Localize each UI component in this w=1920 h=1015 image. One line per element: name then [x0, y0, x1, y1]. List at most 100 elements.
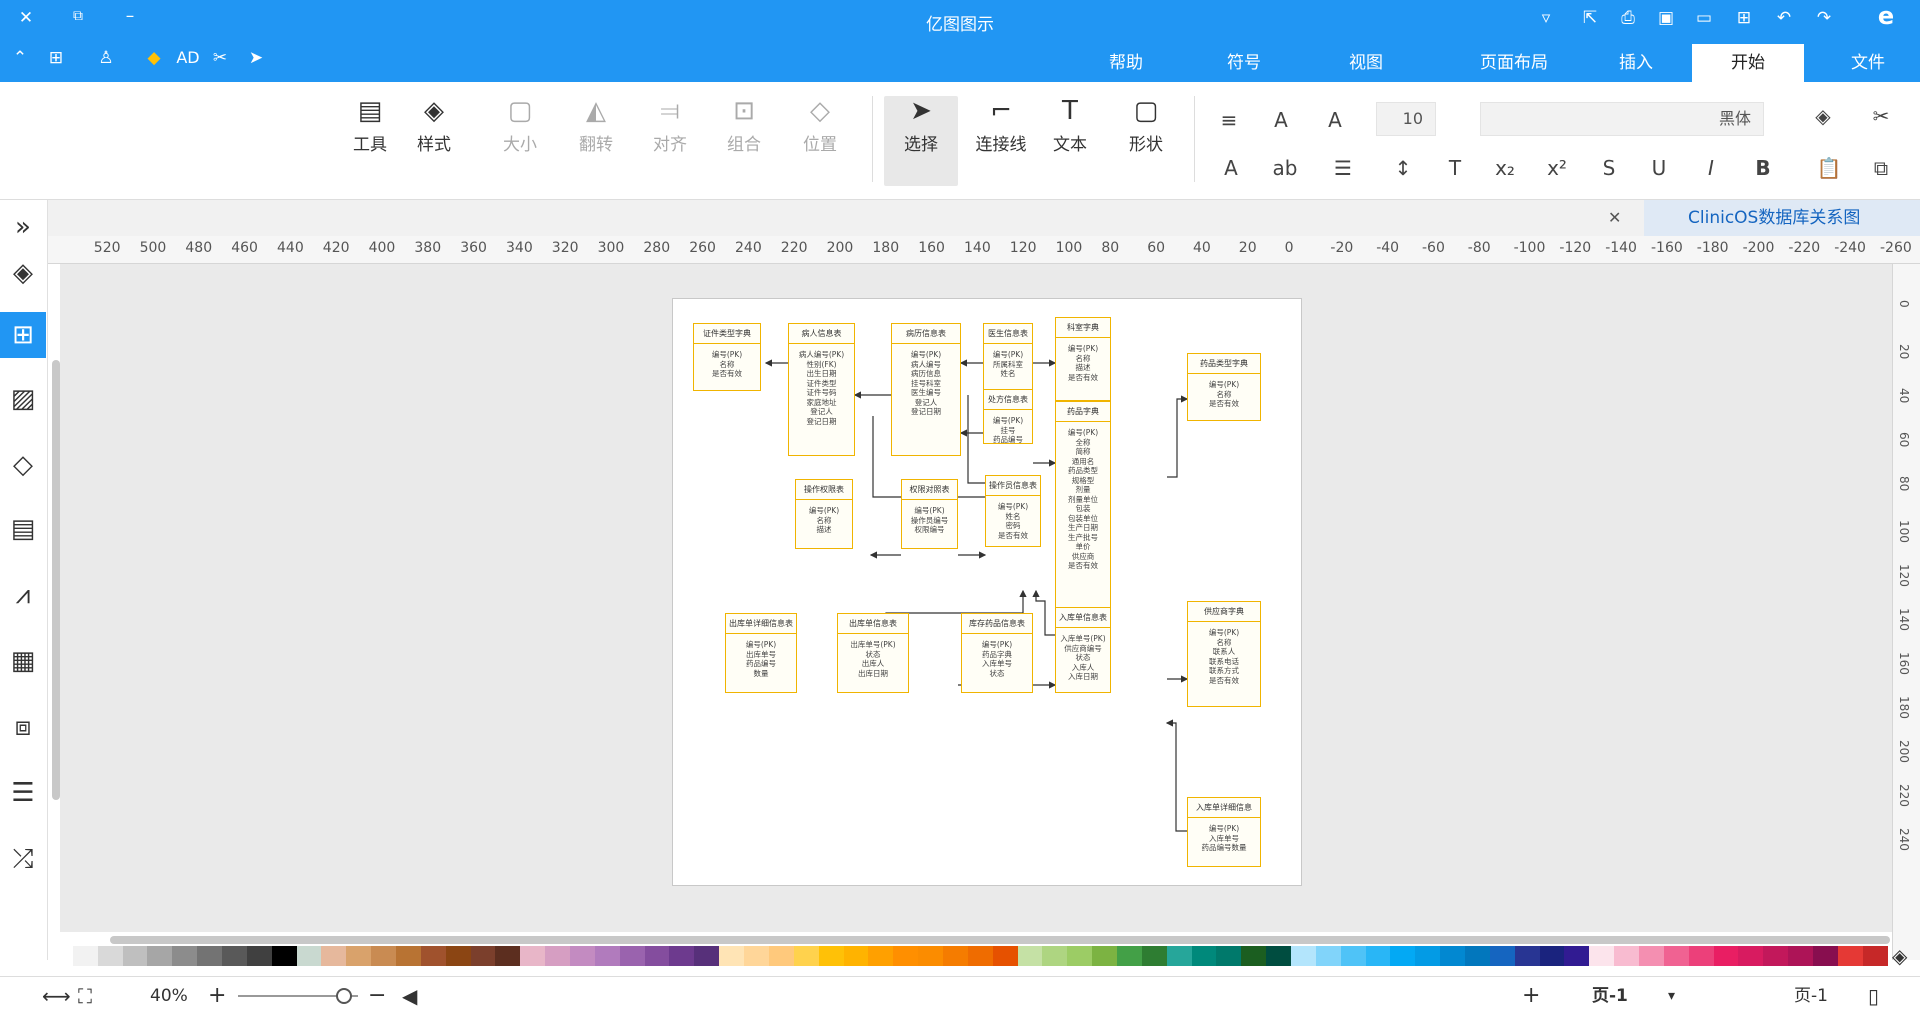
- table-icon[interactable]: ▦: [0, 638, 46, 684]
- apps-icon[interactable]: ⊞: [44, 48, 68, 68]
- diagram-page[interactable]: 证件类型字典 编号(PK) 名称 是否有效 病人信息表 病人编号(PK) 性别(FK) 出生日…: [672, 298, 1302, 886]
- page-icon[interactable]: ▤: [0, 506, 46, 552]
- color-swatch[interactable]: [1141, 946, 1167, 966]
- color-swatch[interactable]: [1266, 946, 1291, 966]
- color-swatch[interactable]: [470, 946, 496, 966]
- italic-icon[interactable]: I: [1696, 156, 1726, 180]
- font-color-icon[interactable]: A: [1216, 156, 1246, 180]
- color-swatch[interactable]: [1589, 946, 1615, 966]
- color-swatch[interactable]: [1763, 946, 1789, 966]
- color-swatch[interactable]: [818, 946, 844, 966]
- entity-table[interactable]: 药品字典 编号(PK) 全称 简称 通用名 药品类型 规格型 剂量 剂量单位 包装 包装单位 生产日期…: [1055, 401, 1111, 621]
- color-swatch[interactable]: [942, 946, 968, 966]
- image-icon[interactable]: ▨: [0, 376, 46, 422]
- color-swatch[interactable]: [1440, 946, 1465, 966]
- ad-label[interactable]: AD: [168, 48, 208, 68]
- color-swatch[interactable]: [545, 946, 571, 966]
- color-swatch[interactable]: [1067, 946, 1093, 966]
- expand-panel-icon[interactable]: »: [0, 204, 46, 250]
- entity-table[interactable]: 出库单信息表 出库单号(PK) 状态 出库人 出库日期: [837, 613, 909, 693]
- zoom-level[interactable]: 40%: [150, 977, 188, 1015]
- outline-icon[interactable]: ☰: [0, 770, 46, 816]
- entity-table[interactable]: 入库单详细信息 编号(PK) 入库单号 药品编号数量: [1187, 797, 1261, 867]
- color-swatch[interactable]: [371, 946, 397, 966]
- tab-file[interactable]: 文件: [1830, 44, 1906, 82]
- close-icon[interactable]: ✕: [14, 8, 38, 28]
- color-swatch[interactable]: [97, 946, 123, 966]
- entity-table[interactable]: 证件类型字典 编号(PK) 名称 是否有效: [693, 323, 761, 391]
- library-icon[interactable]: ⊞: [0, 312, 46, 358]
- strikethrough-icon[interactable]: S: [1594, 156, 1624, 180]
- fill-picker-icon[interactable]: ◈: [1892, 944, 1907, 968]
- horizontal-scrollbar[interactable]: [110, 936, 1890, 944]
- flip-button[interactable]: ◭ 翻转: [566, 96, 626, 155]
- help-icon[interactable]: ▿: [1534, 8, 1558, 28]
- entity-table[interactable]: 病人信息表 病人编号(PK) 性别(FK) 出生日期 证件类型 证件号码 家庭地址 登记人 登记…: [788, 323, 855, 456]
- color-swatch[interactable]: [420, 946, 446, 966]
- color-swatch[interactable]: [1116, 946, 1142, 966]
- color-swatch[interactable]: [1614, 946, 1639, 966]
- font-size-select[interactable]: 10: [1376, 102, 1436, 136]
- color-swatch[interactable]: [445, 946, 471, 966]
- shuffle-icon[interactable]: ⤮: [0, 836, 46, 882]
- shape-button[interactable]: ▢ 形状: [1116, 96, 1176, 155]
- color-swatch[interactable]: [918, 946, 943, 966]
- tab-view[interactable]: 视图: [1328, 44, 1404, 82]
- paragraph-icon[interactable]: ≡: [1214, 108, 1244, 132]
- color-swatch[interactable]: [1191, 946, 1217, 966]
- color-swatch[interactable]: [1738, 946, 1764, 966]
- send-icon[interactable]: ➤: [244, 48, 268, 68]
- font-name-select[interactable]: 黑体: [1480, 102, 1764, 136]
- clear-format-icon[interactable]: T: [1440, 156, 1470, 180]
- color-swatch[interactable]: [48, 946, 73, 966]
- fit-width-icon[interactable]: ⟷: [42, 977, 71, 1015]
- zoom-in-icon[interactable]: +: [208, 977, 226, 1015]
- color-swatch[interactable]: [346, 946, 372, 966]
- color-swatch[interactable]: [1092, 946, 1117, 966]
- redo-icon[interactable]: ↷: [1812, 8, 1836, 28]
- tab-help[interactable]: 帮助: [1088, 44, 1164, 82]
- color-swatch[interactable]: [594, 946, 620, 966]
- tab-page-layout[interactable]: 页面布局: [1454, 44, 1574, 82]
- entity-table[interactable]: 处方信息表 编号(PK) 挂号 药品编号: [983, 389, 1033, 444]
- grow-font-icon[interactable]: A: [1320, 108, 1350, 132]
- tool-button[interactable]: ▤ 工具: [340, 96, 400, 155]
- color-swatch[interactable]: [1837, 946, 1863, 966]
- minimize-icon[interactable]: –: [118, 6, 142, 26]
- align-button[interactable]: ⫤ 对齐: [640, 96, 700, 155]
- entity-table[interactable]: 操作员信息表 编号(PK) 姓名 密码 是否有效: [985, 475, 1041, 547]
- color-swatch[interactable]: [570, 946, 595, 966]
- cut-icon[interactable]: ✂: [1866, 104, 1896, 128]
- zoom-out-icon[interactable]: −: [368, 977, 386, 1015]
- color-swatch[interactable]: [768, 946, 794, 966]
- play-icon[interactable]: ◀: [402, 977, 417, 1015]
- color-swatch[interactable]: [619, 946, 645, 966]
- scissors-icon[interactable]: ✂: [208, 48, 232, 68]
- color-swatch[interactable]: [1290, 946, 1316, 966]
- tab-symbol[interactable]: 符号: [1206, 44, 1282, 82]
- color-swatch[interactable]: [967, 946, 993, 966]
- color-swatch[interactable]: [1042, 946, 1068, 966]
- text-button[interactable]: T 文本: [1040, 96, 1100, 155]
- color-swatch[interactable]: [72, 946, 98, 966]
- color-swatch[interactable]: [1713, 946, 1739, 966]
- layers-icon[interactable]: ◇: [0, 442, 46, 488]
- size-button[interactable]: ▢ 大小: [490, 96, 550, 155]
- color-swatch[interactable]: [1166, 946, 1192, 966]
- color-swatch[interactable]: [1539, 946, 1565, 966]
- color-swatch[interactable]: [246, 946, 272, 966]
- subscript-icon[interactable]: x₂: [1490, 156, 1520, 180]
- tab-insert[interactable]: 插入: [1598, 44, 1674, 82]
- color-swatch[interactable]: [296, 946, 322, 966]
- list-icon[interactable]: ☰: [1328, 156, 1358, 180]
- shirt-icon[interactable]: ♙: [94, 48, 118, 68]
- copy-icon[interactable]: ⧉: [1866, 156, 1896, 180]
- color-swatch[interactable]: [222, 946, 247, 966]
- new-icon[interactable]: ⊞: [1732, 8, 1756, 28]
- color-swatch[interactable]: [1688, 946, 1714, 966]
- color-swatch[interactable]: [1788, 946, 1814, 966]
- connector-button[interactable]: ⌐ 连接线: [966, 96, 1036, 155]
- entity-table[interactable]: 供应商字典 编号(PK) 名称 联系人 联系电话 联系方式 是否有效: [1187, 601, 1261, 707]
- color-swatch[interactable]: [1241, 946, 1267, 966]
- entity-table[interactable]: 科室字典 编号(PK) 名称 描述 是否有效: [1055, 317, 1111, 401]
